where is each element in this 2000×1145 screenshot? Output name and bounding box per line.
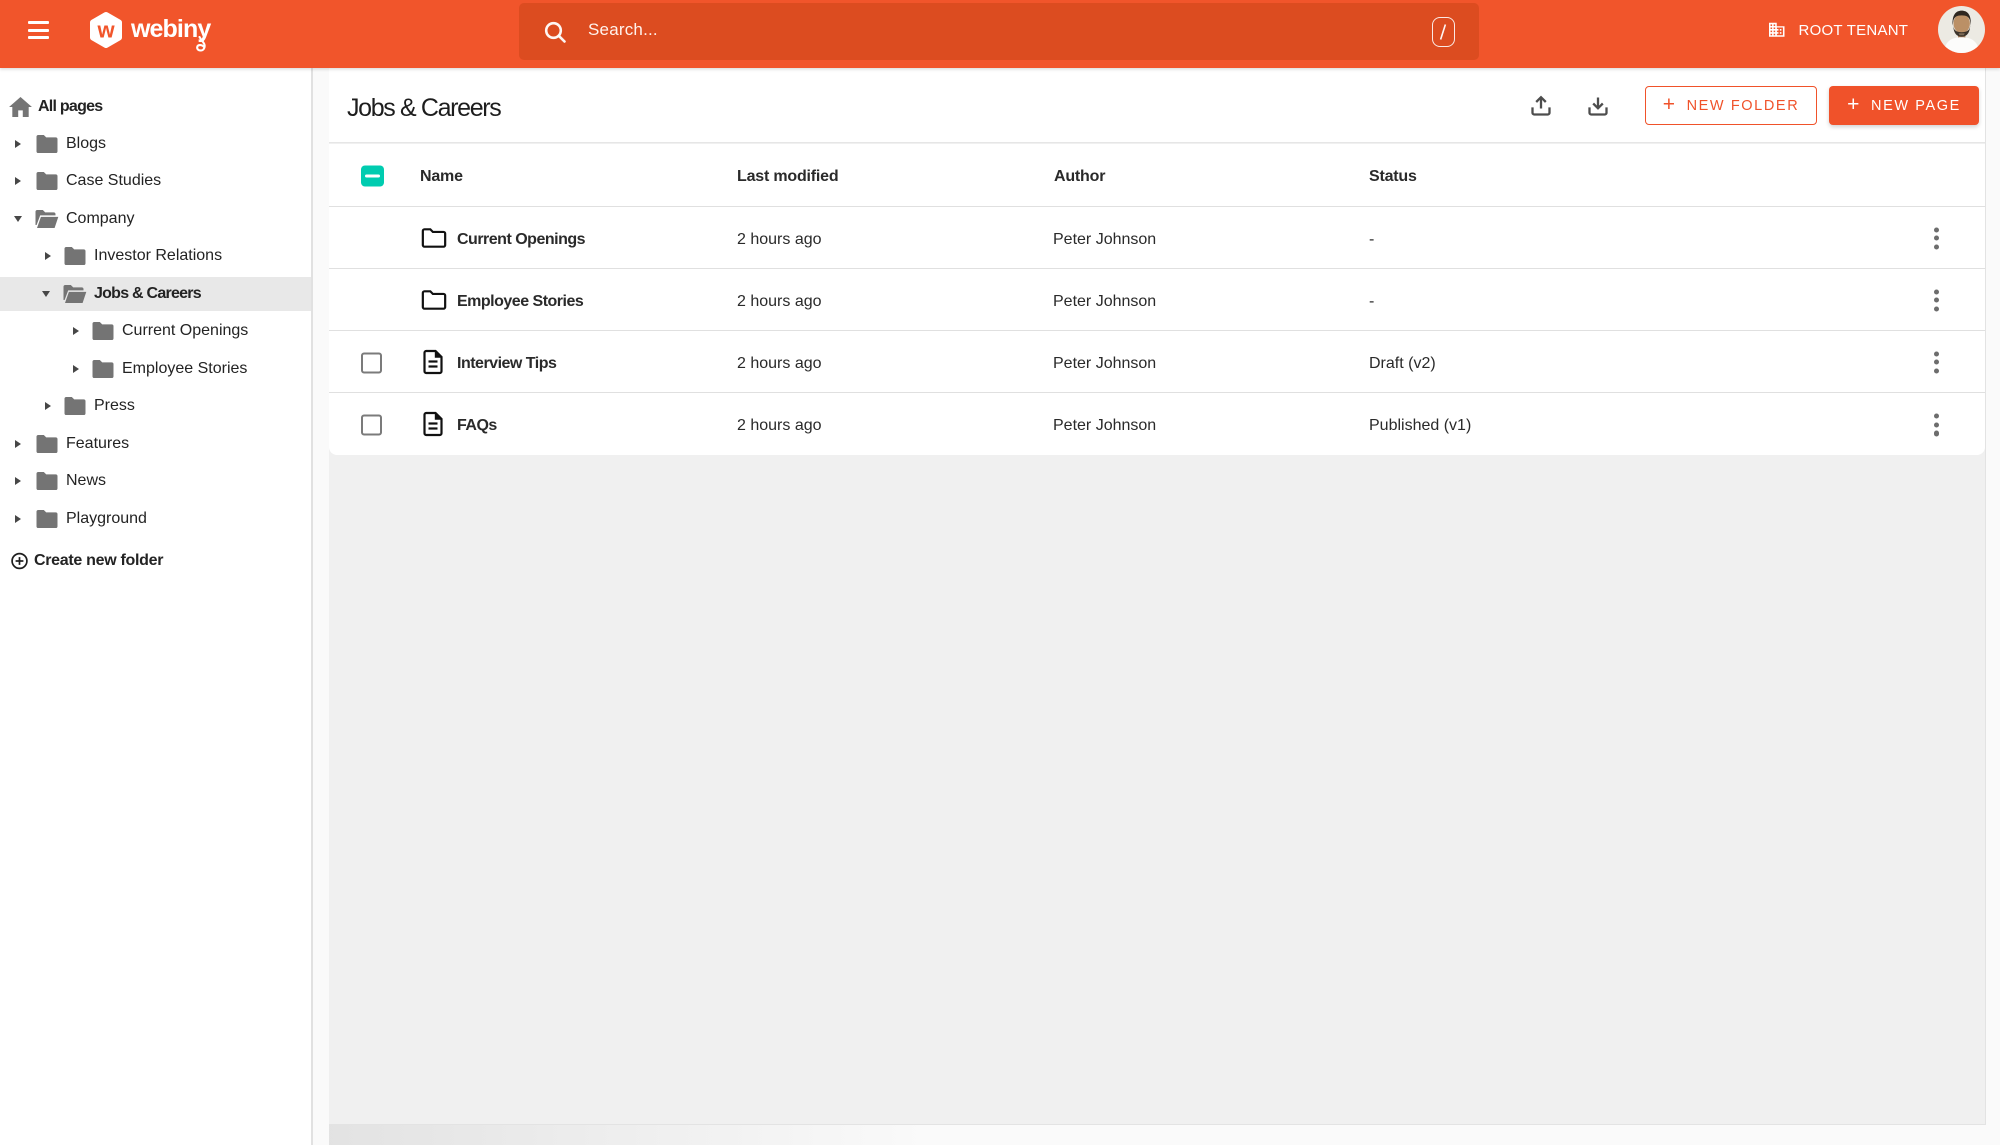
svg-text:w: w xyxy=(96,18,115,43)
